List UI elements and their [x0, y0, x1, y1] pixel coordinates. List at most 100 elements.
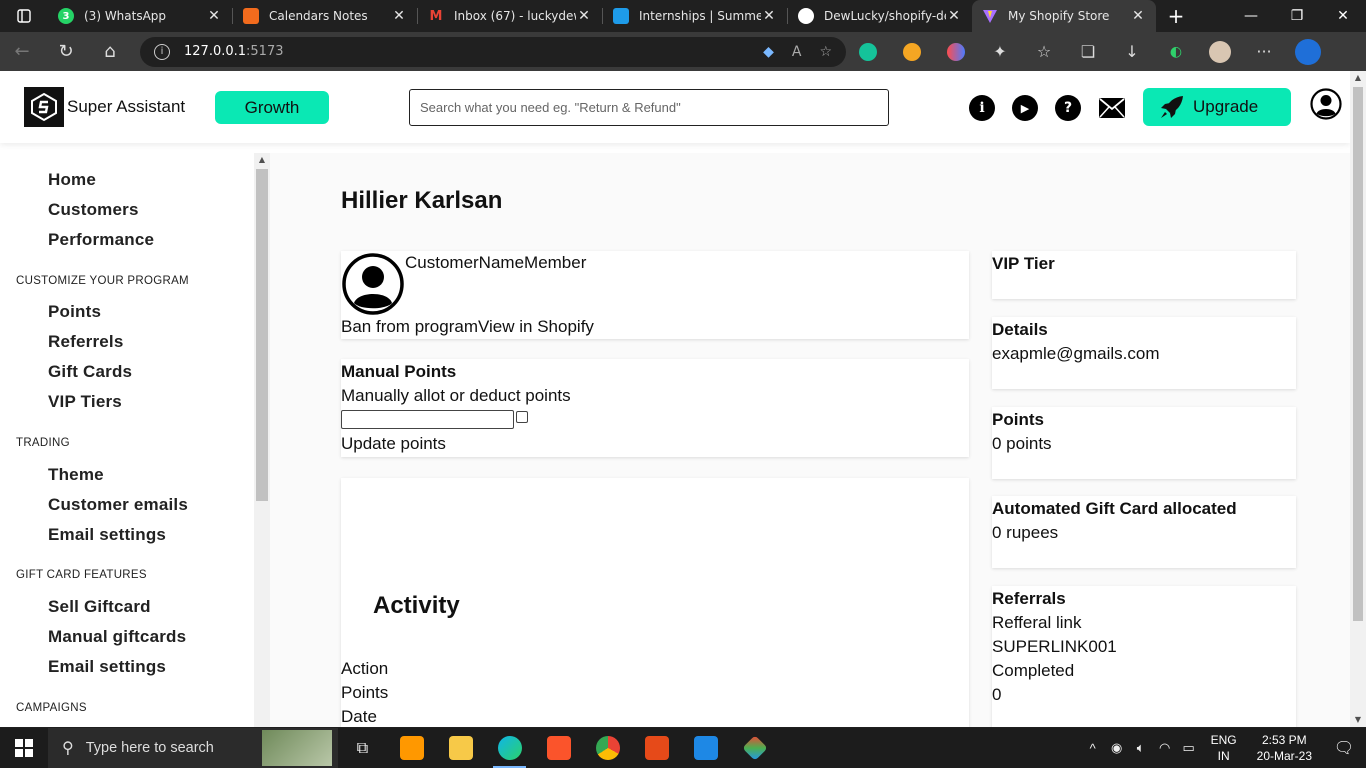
page-scrollbar[interactable]: ▲ ▼ — [1350, 71, 1366, 727]
sidebar-item-performance[interactable]: Performance — [48, 230, 154, 250]
profile-avatar[interactable] — [1198, 36, 1242, 68]
windows-start-icon[interactable] — [0, 728, 48, 768]
office-icon[interactable] — [632, 728, 681, 768]
chrome-icon[interactable] — [583, 728, 632, 768]
tab-title: Internships | Summer I — [639, 9, 761, 23]
sidebar-item-gift-cards[interactable]: Gift Cards — [48, 362, 132, 382]
profile-actions-link[interactable]: Ban from programView in Shopify — [341, 317, 594, 337]
sidebar-item-vip-tiers[interactable]: VIP Tiers — [48, 392, 122, 412]
tag-icon[interactable]: ◆ — [763, 44, 774, 60]
super-assistant-logo[interactable] — [24, 87, 64, 127]
points-input[interactable] — [341, 410, 514, 429]
back-icon[interactable]: ← — [0, 36, 44, 68]
taskbar-search-box[interactable]: ⚲ Type here to search — [48, 728, 338, 768]
sidebar-item-theme[interactable]: Theme — [48, 465, 104, 485]
battery-saver-icon[interactable]: ◐ — [1154, 36, 1198, 68]
close-tab-icon[interactable]: ✕ — [1130, 8, 1146, 24]
customer-name-member: CustomerNameMember — [405, 253, 587, 272]
extension-orange-icon[interactable] — [890, 36, 934, 68]
vscode-icon[interactable] — [681, 728, 730, 768]
close-tab-icon[interactable]: ✕ — [206, 8, 222, 24]
bing-icon[interactable] — [1286, 36, 1330, 68]
details-title: Details — [992, 320, 1048, 339]
refresh-icon[interactable]: ↻ — [44, 36, 88, 68]
close-window-icon[interactable]: ✕ — [1320, 0, 1366, 32]
play-icon[interactable]: ▶ — [1012, 95, 1038, 121]
close-tab-icon[interactable]: ✕ — [391, 8, 407, 24]
minimize-icon[interactable]: — — [1228, 0, 1274, 32]
favorites-icon[interactable]: ☆ — [1022, 36, 1066, 68]
sidebar-item-customer-emails[interactable]: Customer emails — [48, 495, 188, 515]
browser-tab-whatsapp[interactable]: 3 (3) WhatsApp ✕ — [48, 0, 232, 32]
address-bar[interactable]: i 127.0.0.1:5173 ◆ A ☆ — [140, 36, 846, 67]
browser-tab-github[interactable]: DewLucky/shopify-dev ✕ — [788, 0, 972, 32]
browser-tab-internships[interactable]: Internships | Summer I ✕ — [603, 0, 787, 32]
activity-title: Activity — [373, 592, 460, 619]
extensions-icon[interactable]: ✦ — [978, 36, 1022, 68]
restore-icon[interactable]: ❐ — [1274, 0, 1320, 32]
home-icon[interactable]: ⌂ — [88, 36, 132, 68]
growth-plan-button[interactable]: Growth — [215, 91, 329, 124]
sidebar-item-home[interactable]: Home — [48, 170, 96, 190]
site-info-icon[interactable]: i — [154, 43, 170, 60]
read-aloud-icon[interactable]: A — [792, 44, 802, 60]
more-menu-icon[interactable]: ··· — [1242, 36, 1286, 68]
notification-icon[interactable]: 🗨︎ — [1322, 738, 1366, 758]
page-title: Hillier Karlsan — [341, 187, 503, 214]
sidebar-scrollbar[interactable]: ▲ — [254, 153, 270, 727]
points-value: 0 points — [992, 434, 1052, 453]
scroll-up-icon[interactable]: ▲ — [254, 153, 270, 167]
tab-actions-icon[interactable] — [0, 0, 48, 32]
sidebar-item-points[interactable]: Points — [48, 302, 101, 322]
browser-tab-shopify-store[interactable]: My Shopify Store ✕ — [972, 0, 1156, 32]
clock[interactable]: 2:53 PM 20-Mar-23 — [1257, 732, 1312, 764]
sidebar-item-manual-giftcards[interactable]: Manual giftcards — [48, 627, 186, 647]
close-tab-icon[interactable]: ✕ — [576, 8, 592, 24]
calendar-icon — [243, 8, 259, 24]
sidebar-section-heading: CAMPAIGNS — [16, 702, 87, 714]
collections-icon[interactable]: ❏ — [1066, 36, 1110, 68]
customer-detail-main: Hillier Karlsan CustomerNameMember Ban f… — [270, 153, 1350, 727]
browser-tab-calendars[interactable]: Calendars Notes ✕ — [233, 0, 417, 32]
edge-icon[interactable] — [485, 728, 534, 768]
sidebar-item-customers[interactable]: Customers — [48, 200, 139, 220]
sidebar-item-giftcard-email-settings[interactable]: Email settings — [48, 657, 166, 677]
show-hidden-icons[interactable]: ^ — [1081, 741, 1105, 756]
network-icon[interactable]: ◉ — [1105, 740, 1129, 756]
task-view-icon[interactable]: ⧉ — [338, 728, 387, 768]
sidebar-item-sell-giftcard[interactable]: Sell Giftcard — [48, 597, 151, 617]
scroll-down-icon[interactable]: ▼ — [1350, 713, 1366, 727]
gift-card-value: 0 rupees — [992, 523, 1059, 542]
wifi-icon[interactable]: ◠ — [1153, 740, 1177, 756]
downloads-icon[interactable]: ↓ — [1110, 36, 1154, 68]
mail-icon[interactable] — [1099, 98, 1125, 122]
sidebar-item-referrels[interactable]: Referrels — [48, 332, 124, 352]
sublime-text-icon[interactable] — [387, 728, 436, 768]
grammarly-icon[interactable] — [846, 36, 890, 68]
file-explorer-icon[interactable] — [436, 728, 485, 768]
user-account-icon[interactable] — [1310, 88, 1342, 120]
add-favorite-icon[interactable]: ☆ — [819, 44, 832, 60]
volume-icon[interactable]: 🔈︎ — [1129, 740, 1153, 756]
close-tab-icon[interactable]: ✕ — [946, 8, 962, 24]
battery-icon[interactable]: ▭ — [1177, 740, 1201, 756]
git-icon[interactable] — [730, 728, 779, 768]
deduct-checkbox[interactable] — [516, 411, 528, 423]
close-tab-icon[interactable]: ✕ — [761, 8, 777, 24]
scroll-up-icon[interactable]: ▲ — [1350, 71, 1366, 85]
help-icon[interactable]: ? — [1055, 95, 1081, 121]
search-input[interactable] — [409, 89, 889, 126]
update-points-button[interactable]: Update points — [341, 434, 446, 454]
extension-colorful-icon[interactable] — [934, 36, 978, 68]
sidebar-item-email-settings[interactable]: Email settings — [48, 525, 166, 545]
browser-tab-gmail[interactable]: M Inbox (67) - luckydewa ✕ — [418, 0, 602, 32]
sidebar-scrollbar-thumb[interactable] — [256, 169, 268, 501]
new-tab-icon[interactable]: + — [1156, 0, 1196, 32]
upgrade-button[interactable]: Upgrade — [1143, 88, 1291, 126]
page-scrollbar-thumb[interactable] — [1353, 87, 1363, 621]
brave-icon[interactable] — [534, 728, 583, 768]
language-indicator[interactable]: ENG IN — [1211, 732, 1237, 764]
info-icon[interactable]: i — [969, 95, 995, 121]
activity-column-date: Date — [341, 707, 377, 726]
browser-toolbar: ← ↻ ⌂ i 127.0.0.1:5173 ◆ A ☆ ✦ ☆ ❏ ↓ ◐ ·… — [0, 32, 1366, 71]
